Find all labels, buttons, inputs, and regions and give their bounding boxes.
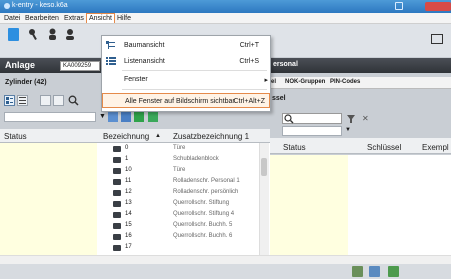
menu-hilfe[interactable]: Hilfe [115, 14, 133, 23]
title-bar: k-entry - keso.k6a [0, 0, 451, 13]
search-icon[interactable] [68, 95, 79, 106]
cylinder-icon [113, 245, 121, 251]
right-status-column [270, 155, 348, 255]
filter-b-button[interactable] [53, 95, 64, 106]
cylinder-icon [113, 179, 121, 185]
menu-bearbeiten[interactable]: Bearbeiten [23, 14, 61, 23]
close-button[interactable] [425, 2, 451, 11]
status-bar [0, 264, 451, 279]
grid-header: Status Bezeichnung ▲ Zusatzbezeichnung 1 [0, 129, 270, 143]
person-icon[interactable] [47, 28, 58, 41]
menu-item-fenster[interactable]: Fenster ▸ [102, 72, 270, 87]
cylinder-icon [113, 212, 121, 218]
tab-nok-gruppen[interactable]: NOK-Gruppen [285, 79, 325, 85]
schluessel-section-label: ssel [272, 95, 286, 102]
add-icon[interactable] [148, 112, 158, 122]
personal-header: ersonal [270, 58, 451, 73]
tab-bar: el NOK-Gruppen PIN-Codes [270, 77, 451, 89]
col-zusatzbezeichnung[interactable]: Zusatzbezeichnung 1 [173, 132, 249, 141]
nav-prev-icon[interactable] [121, 112, 131, 122]
cylinder-icon [113, 157, 121, 163]
app-icon [4, 3, 10, 9]
ansicht-dropdown: Baumansicht Ctrl+T Listenansicht Ctrl+S … [101, 35, 271, 112]
chevron-down-icon[interactable]: ▼ [99, 113, 107, 121]
window-icon[interactable] [431, 34, 443, 44]
schluessel-combo[interactable] [282, 126, 342, 136]
submenu-arrow-icon: ▸ [264, 77, 268, 84]
col-status[interactable]: Status [283, 143, 306, 152]
chevron-down-icon[interactable]: ▼ [345, 127, 351, 133]
menu-item-alle-fenster-sichtbar[interactable]: Alle Fenster auf Bildschirm sichtbar Ctr… [102, 93, 270, 108]
menu-item-listenansicht[interactable]: Listenansicht Ctrl+S [102, 54, 270, 69]
nav-next-icon[interactable] [134, 112, 144, 122]
horizontal-scrollbar[interactable] [0, 255, 270, 264]
col-status[interactable]: Status [4, 132, 27, 141]
key-icon[interactable] [28, 28, 39, 41]
table-row[interactable]: 1 Schubladenblock [0, 155, 258, 165]
cylinder-icon [113, 234, 121, 240]
menu-separator [122, 89, 267, 90]
tree-view-icon [106, 41, 116, 50]
menu-bar: Datei Bearbeiten Extras Ansicht Hilfe [0, 13, 451, 24]
menu-extras[interactable]: Extras [62, 14, 86, 23]
search-icon[interactable] [284, 114, 294, 124]
table-row[interactable]: 15 Querrollschr. Buchh. 5 [0, 221, 258, 231]
cylinder-icon [113, 168, 121, 174]
scroll-thumb[interactable] [261, 158, 267, 176]
menu-ansicht[interactable]: Ansicht [86, 13, 115, 23]
right-grid-body [348, 155, 451, 255]
window-title: k-entry - keso.k6a [12, 2, 68, 9]
personal-label: ersonal [273, 61, 298, 68]
list-view-icon [106, 57, 116, 66]
col-schluessel[interactable]: Schlüssel [367, 143, 401, 152]
right-horizontal-scrollbar[interactable] [270, 255, 451, 264]
status-ok-icon[interactable] [388, 266, 399, 277]
col-bezeichnung[interactable]: Bezeichnung [103, 132, 149, 141]
cylinder-icon [113, 190, 121, 196]
maximize-button[interactable] [395, 2, 403, 10]
zylinder-title: Zylinder (42) [5, 79, 47, 86]
right-grid-header: Status Schlüssel Exempl [270, 138, 451, 154]
anlage-label: Anlage [5, 60, 36, 70]
sync-icon[interactable] [352, 266, 363, 277]
filter-a-button[interactable] [40, 95, 51, 106]
group-icon[interactable] [64, 28, 75, 41]
tab-schluessel[interactable]: el [271, 79, 276, 85]
sort-asc-icon: ▲ [155, 133, 161, 139]
table-row[interactable]: 12 Rolladenschr. persönlich [0, 188, 258, 198]
menu-separator [122, 70, 267, 71]
menu-item-baumansicht[interactable]: Baumansicht Ctrl+T [102, 38, 270, 53]
table-row[interactable]: 10 Türe [0, 166, 258, 176]
menu-datei[interactable]: Datei [2, 14, 22, 23]
tree-toggle-button[interactable] [4, 95, 15, 106]
cylinder-icon [113, 146, 121, 152]
anlage-field[interactable]: KA009259 [60, 61, 100, 71]
clear-icon[interactable]: ✕ [362, 114, 369, 123]
table-row[interactable]: 13 Querrollschr. Stiftung [0, 199, 258, 209]
tab-pin-codes[interactable]: PIN-Codes [330, 79, 360, 85]
filter-icon[interactable] [347, 115, 355, 123]
transfer-icon[interactable] [369, 266, 380, 277]
cylinder-icon [113, 201, 121, 207]
list-toggle-button[interactable] [17, 95, 28, 106]
document-icon[interactable] [8, 28, 19, 41]
nav-first-icon[interactable] [108, 112, 118, 122]
cylinder-icon [113, 223, 121, 229]
table-row[interactable]: 16 Querrollschr. Buchh. 6 [0, 232, 258, 242]
col-exemplar[interactable]: Exempl [422, 143, 449, 152]
table-row[interactable]: 14 Querrollschr. Stiftung 4 [0, 210, 258, 220]
table-row[interactable]: 11 Rolladenschr. Personal 1 [0, 177, 258, 187]
table-row[interactable]: 17 [0, 243, 258, 253]
table-row[interactable]: 0 Türe [0, 144, 258, 154]
filter-combo[interactable] [4, 112, 96, 122]
